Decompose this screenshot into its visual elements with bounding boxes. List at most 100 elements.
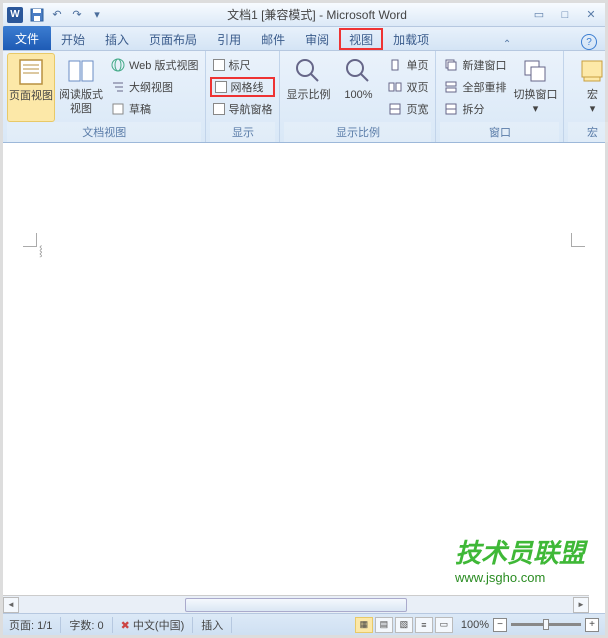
two-pages-label: 双页	[406, 79, 428, 95]
tab-view[interactable]: 视图	[339, 28, 383, 50]
switch-window-button[interactable]: 切换窗口 ▾	[511, 53, 559, 122]
quick-access-toolbar: ↶ ↷ ▾	[29, 7, 105, 23]
zoom-button[interactable]: 显示比例	[284, 53, 332, 122]
scroll-right-icon[interactable]: ►	[573, 597, 589, 613]
group-zoom: 显示比例 100% 单页 双页 页宽 显示比例	[280, 51, 436, 142]
view-web-icon[interactable]: ▧	[395, 617, 413, 633]
zoom-slider[interactable]	[511, 623, 581, 626]
outline-view-button[interactable]: 大纲视图	[107, 77, 201, 97]
arrange-all-label: 全部重排	[462, 79, 506, 95]
tab-layout[interactable]: 页面布局	[139, 28, 207, 50]
tab-file[interactable]: 文件	[3, 26, 51, 50]
page-view-button[interactable]: 页面视图	[7, 53, 55, 122]
group-label-macros: 宏	[568, 122, 608, 142]
status-words[interactable]: 字数: 0	[69, 617, 112, 633]
one-page-icon	[387, 57, 403, 73]
ribbon-collapse-icon[interactable]: ⌃	[503, 39, 511, 50]
ruler-checkbox[interactable]: 标尺	[210, 55, 275, 75]
view-outline-icon[interactable]: ≡	[415, 617, 433, 633]
new-window-button[interactable]: 新建窗口	[440, 55, 509, 75]
help-icon[interactable]: ?	[581, 34, 597, 50]
tab-home[interactable]: 开始	[51, 28, 95, 50]
save-icon[interactable]	[29, 7, 45, 23]
two-pages-button[interactable]: 双页	[384, 77, 431, 97]
draft-view-button[interactable]: 草稿	[107, 99, 201, 119]
switch-window-label: 切换窗口	[513, 89, 557, 101]
nav-pane-label: 导航窗格	[228, 101, 272, 117]
zoom-percent[interactable]: 100%	[461, 619, 489, 631]
checkbox-icon	[215, 81, 227, 93]
view-reading-icon[interactable]: ▤	[375, 617, 393, 633]
reading-view-button[interactable]: 阅读版式 视图	[57, 53, 105, 122]
scroll-track[interactable]	[19, 597, 573, 613]
maximize-button[interactable]: □	[555, 7, 575, 23]
web-view-button[interactable]: Web 版式视图	[107, 55, 201, 75]
tab-references[interactable]: 引用	[207, 28, 251, 50]
group-show: 标尺 网格线 导航窗格 显示	[206, 51, 280, 142]
web-view-icon	[110, 57, 126, 73]
zoom-handle[interactable]	[543, 619, 549, 630]
document-area[interactable]: ⸾ 技术员联盟 www.jsgho.com	[3, 143, 605, 635]
view-draft-icon[interactable]: ▭	[435, 617, 453, 633]
tab-insert[interactable]: 插入	[95, 28, 139, 50]
group-label-show: 显示	[210, 122, 275, 142]
macros-label: 宏	[587, 89, 598, 101]
draft-view-icon	[110, 101, 126, 117]
zoom-control: 100% − +	[461, 618, 599, 632]
status-language[interactable]: ✖ 中文(中国)	[121, 617, 194, 633]
qat-dropdown-icon[interactable]: ▾	[89, 7, 105, 23]
macros-button[interactable]: 宏 ▾	[568, 53, 608, 122]
ribbon: 页面视图 阅读版式 视图 Web 版式视图 大纲视图 草稿 文档视图 标尺	[3, 51, 605, 143]
reading-view-icon	[65, 55, 97, 87]
close-button[interactable]: ✕	[581, 7, 601, 23]
one-page-label: 单页	[406, 57, 428, 73]
gridlines-checkbox[interactable]: 网格线	[210, 77, 275, 97]
horizontal-scrollbar[interactable]: ◄ ►	[3, 595, 589, 613]
scroll-thumb[interactable]	[185, 598, 407, 612]
page-width-button[interactable]: 页宽	[384, 99, 431, 119]
nav-pane-checkbox[interactable]: 导航窗格	[210, 99, 275, 119]
page-width-label: 页宽	[406, 101, 428, 117]
statusbar: 页面: 1/1 字数: 0 ✖ 中文(中国) 插入 ▦ ▤ ▧ ≡ ▭ 100%…	[3, 613, 605, 635]
reading-view-label1: 阅读版式	[59, 89, 103, 101]
checkbox-icon	[213, 59, 225, 71]
group-label-zoom: 显示比例	[284, 122, 431, 142]
group-label-window: 窗口	[440, 122, 559, 142]
status-page[interactable]: 页面: 1/1	[9, 617, 61, 633]
zoom-out-button[interactable]: −	[493, 618, 507, 632]
word-window: W ↶ ↷ ▾ 文档1 [兼容模式] - Microsoft Word ▭ □ …	[3, 3, 605, 635]
ribbon-tabs: 文件 开始 插入 页面布局 引用 邮件 审阅 视图 加载项 ⌃ ?	[3, 27, 605, 51]
arrange-all-icon	[443, 79, 459, 95]
scroll-left-icon[interactable]: ◄	[3, 597, 19, 613]
zoom-in-button[interactable]: +	[585, 618, 599, 632]
page: ⸾	[23, 153, 585, 595]
tab-addins[interactable]: 加载项	[383, 28, 439, 50]
group-window: 新建窗口 全部重排 拆分 切换窗口 ▾ 窗口	[436, 51, 564, 142]
zoom-100-icon	[342, 55, 374, 87]
page-view-icon	[15, 56, 47, 88]
zoom-label: 显示比例	[286, 89, 330, 101]
ruler-label: 标尺	[228, 57, 250, 73]
one-page-button[interactable]: 单页	[384, 55, 431, 75]
minimize-button[interactable]: ▭	[529, 7, 549, 23]
split-icon	[443, 101, 459, 117]
view-print-layout-icon[interactable]: ▦	[355, 617, 373, 633]
text-cursor: ⸾	[39, 243, 43, 257]
two-pages-icon	[387, 79, 403, 95]
macros-icon	[576, 55, 608, 87]
arrange-all-button[interactable]: 全部重排	[440, 77, 509, 97]
checkbox-icon	[213, 103, 225, 115]
web-view-label: Web 版式视图	[129, 57, 198, 73]
undo-icon[interactable]: ↶	[49, 7, 65, 23]
dropdown-icon: ▾	[533, 103, 539, 115]
status-insert-mode[interactable]: 插入	[201, 617, 232, 633]
split-label: 拆分	[462, 101, 484, 117]
redo-icon[interactable]: ↷	[69, 7, 85, 23]
switch-window-icon	[519, 55, 551, 87]
window-title: 文档1 [兼容模式] - Microsoft Word	[105, 6, 529, 23]
page-width-icon	[387, 101, 403, 117]
tab-review[interactable]: 审阅	[295, 28, 339, 50]
split-button[interactable]: 拆分	[440, 99, 509, 119]
zoom-100-button[interactable]: 100%	[334, 53, 382, 122]
tab-mailings[interactable]: 邮件	[251, 28, 295, 50]
